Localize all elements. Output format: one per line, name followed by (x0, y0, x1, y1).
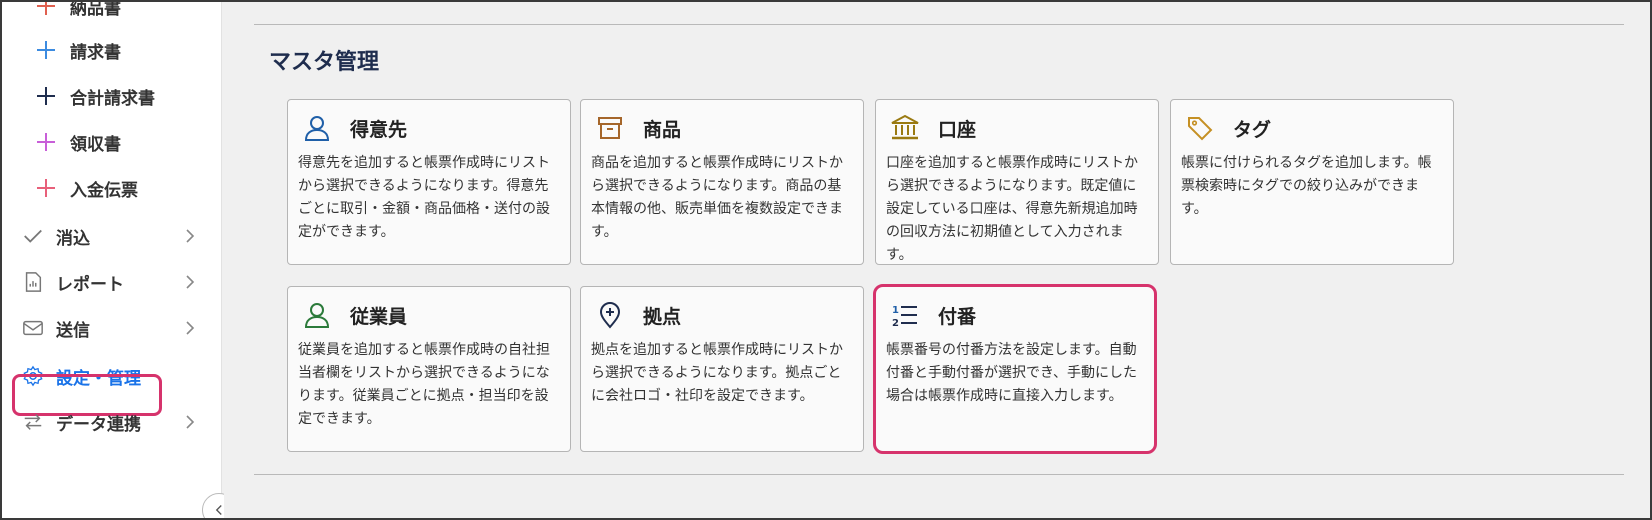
sidebar-item-summary-invoice[interactable]: 合計請求書 (2, 74, 222, 118)
card-description: 拠点を追加すると帳票作成時にリストから選択できるようになります。拠点ごとに会社ロ… (591, 342, 843, 404)
plus-icon (37, 2, 55, 15)
chevron-right-icon (186, 321, 195, 335)
card-description: 帳票に付けられるタグを追加します。帳票検索時にタグでの絞り込みができます。 (1181, 155, 1432, 217)
card-description: 帳票番号の付番方法を設定します。自動付番と手動付番が選択でき、手動にした場合は帳… (886, 342, 1138, 404)
card-title: 口座 (938, 118, 977, 141)
sidebar-item-label: データ連携 (56, 414, 141, 435)
report-icon (25, 272, 42, 292)
card-title: 従業員 (350, 305, 408, 328)
plus-icon (37, 133, 55, 151)
person-icon (302, 113, 332, 143)
chevron-right-icon (186, 415, 195, 429)
card-title: 商品 (643, 118, 682, 141)
sidebar-item-reconcile[interactable]: 消込 (2, 214, 222, 258)
sidebar-item-label: 請求書 (70, 42, 121, 63)
mail-icon (23, 320, 43, 336)
app-window: 納品書 請求書 合計請求書 領収書 入金伝票 消込 レポート 送信 設定・管理 … (0, 0, 1652, 520)
sidebar-item-label: 納品書 (70, 0, 121, 19)
sidebar-item-label: 入金伝票 (70, 180, 138, 201)
chevron-right-icon (186, 229, 195, 243)
tag-icon (1185, 113, 1215, 143)
divider (254, 474, 1624, 475)
main-content: マスタ管理 得意先 得意先を追加すると帳票作成時にリストから選択できるようになり… (224, 2, 1650, 518)
master-card-numbering[interactable]: 12 付番 帳票番号の付番方法を設定します。自動付番と手動付番が選択でき、手動に… (873, 284, 1157, 454)
employee-icon (302, 300, 332, 330)
box-icon (595, 113, 625, 143)
svg-text:1: 1 (892, 305, 899, 316)
card-title: タグ (1233, 118, 1272, 141)
master-card-product[interactable]: 商品 商品を追加すると帳票作成時にリストから選択できるようになります。商品の基本… (580, 99, 864, 265)
master-card-branch[interactable]: 拠点 拠点を追加すると帳票作成時にリストから選択できるようになります。拠点ごとに… (580, 286, 864, 452)
plus-icon (37, 87, 55, 105)
master-card-employee[interactable]: 従業員 従業員を追加すると帳票作成時の自社担当者欄をリストから選択できるようにな… (287, 286, 571, 452)
sidebar-item-label: レポート (56, 274, 124, 295)
sidebar-item-receipt[interactable]: 領収書 (2, 120, 222, 164)
bank-icon (890, 113, 920, 143)
card-description: 得意先を追加すると帳票作成時にリストから選択できるようになります。得意先ごとに取… (298, 155, 550, 240)
sidebar-item-label: 合計請求書 (70, 88, 155, 109)
sidebar-item-label: 消込 (56, 228, 90, 249)
chevron-right-icon (186, 275, 195, 289)
card-title: 得意先 (350, 118, 408, 141)
sidebar-item-delivery-note[interactable]: 納品書 (2, 0, 222, 28)
sidebar-item-invoice[interactable]: 請求書 (2, 28, 222, 72)
master-card-tag[interactable]: タグ 帳票に付けられるタグを追加します。帳票検索時にタグでの絞り込みができます。 (1170, 99, 1454, 265)
plus-icon (37, 41, 55, 59)
sidebar: 納品書 請求書 合計請求書 領収書 入金伝票 消込 レポート 送信 設定・管理 … (2, 2, 222, 518)
numbering-icon: 12 (890, 300, 920, 330)
master-card-customer[interactable]: 得意先 得意先を追加すると帳票作成時にリストから選択できるようになります。得意先… (287, 99, 571, 265)
plus-icon (37, 179, 55, 197)
sidebar-item-label: 送信 (56, 320, 90, 341)
card-title: 拠点 (643, 305, 682, 328)
location-icon (595, 300, 625, 330)
sidebar-item-data-integration[interactable]: データ連携 (2, 400, 222, 444)
master-card-bank-account[interactable]: 口座 口座を追加すると帳票作成時にリストから選択できるようになります。既定値に設… (875, 99, 1159, 265)
card-description: 商品を追加すると帳票作成時にリストから選択できるようになります。商品の基本情報の… (591, 155, 843, 240)
sidebar-item-report[interactable]: レポート (2, 260, 222, 304)
sidebar-item-payment-slip[interactable]: 入金伝票 (2, 166, 222, 210)
svg-text:2: 2 (892, 318, 899, 329)
card-description: 口座を追加すると帳票作成時にリストから選択できるようになります。既定値に設定して… (886, 155, 1138, 263)
sync-icon (24, 414, 42, 430)
divider (254, 24, 1624, 25)
sidebar-item-send[interactable]: 送信 (2, 306, 222, 350)
sidebar-item-label: 領収書 (70, 134, 121, 155)
check-icon (24, 229, 42, 243)
card-description: 従業員を追加すると帳票作成時の自社担当者欄をリストから選択できるようになります。… (298, 342, 550, 427)
page-title: マスタ管理 (269, 50, 380, 75)
card-title: 付番 (938, 305, 977, 328)
